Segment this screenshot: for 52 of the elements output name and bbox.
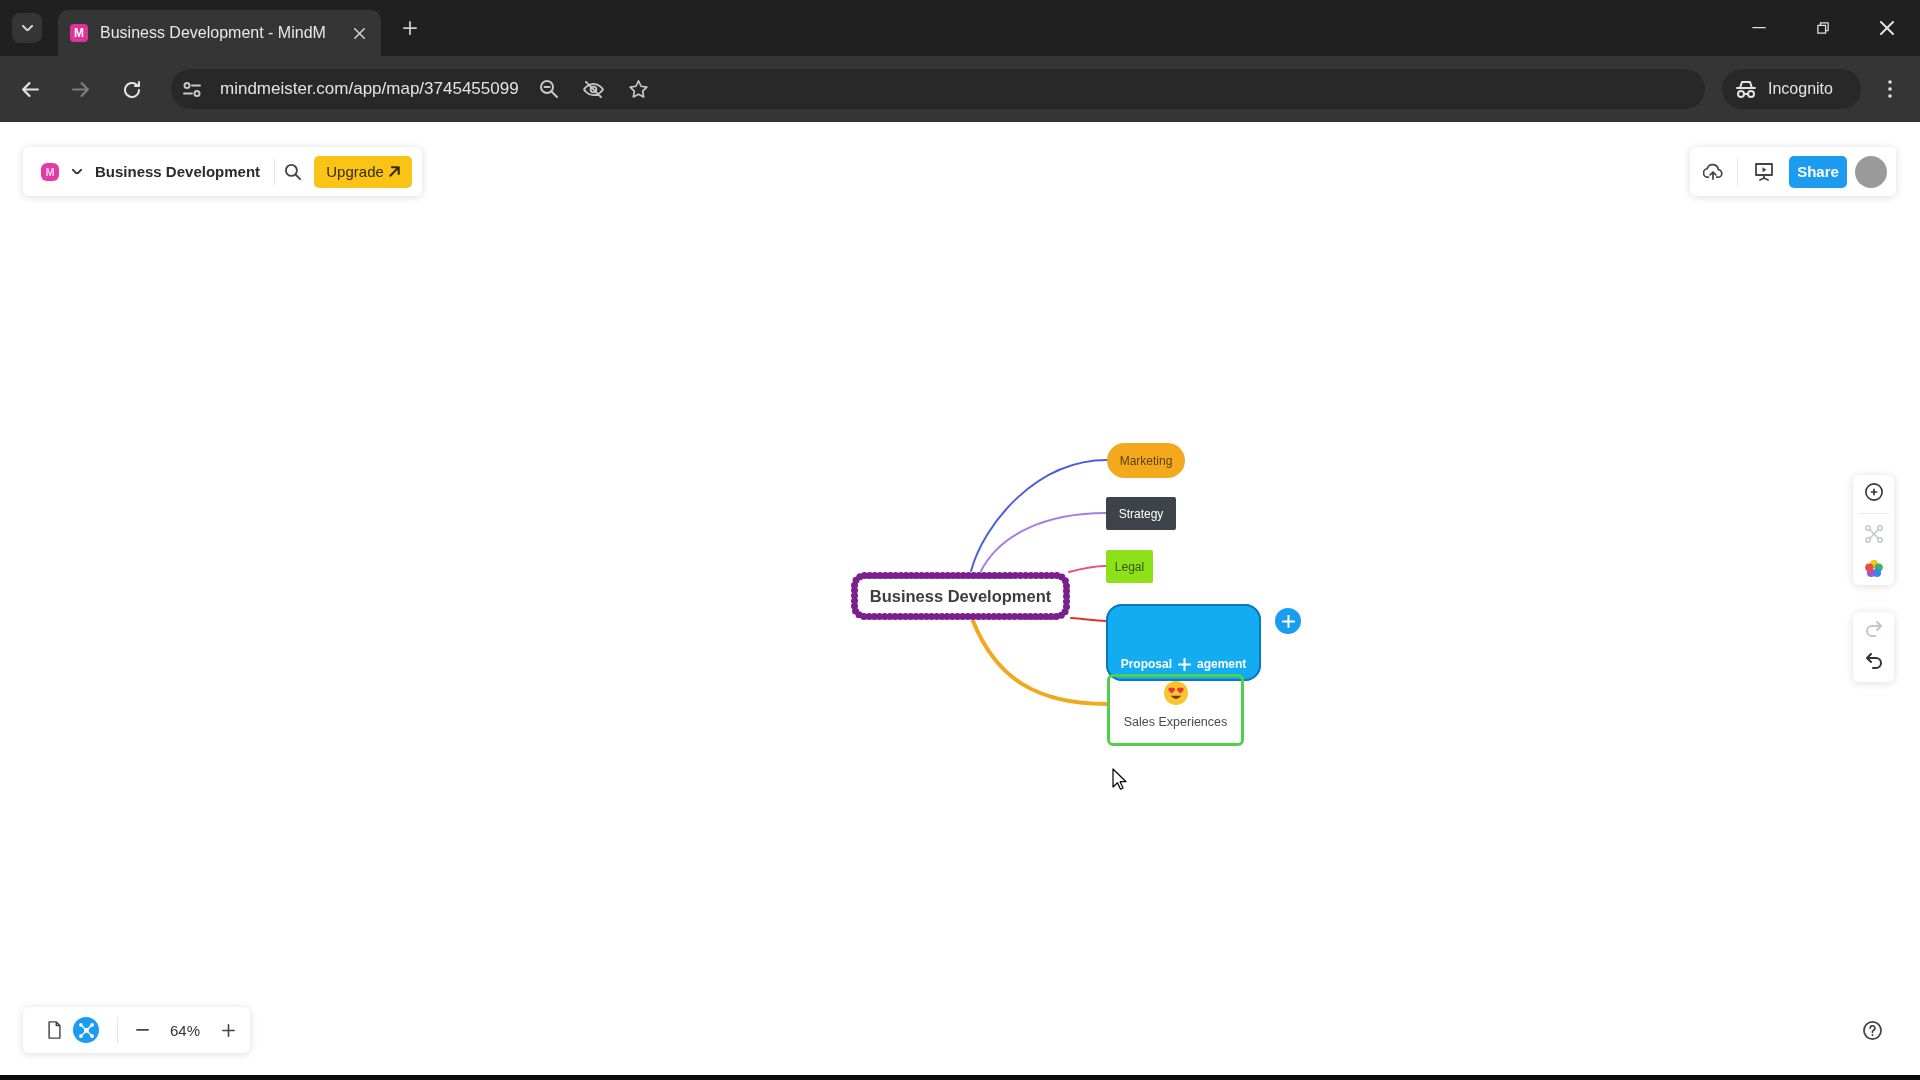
forward-arrow-icon <box>71 81 89 97</box>
mindmap-view-button[interactable] <box>73 1017 99 1043</box>
app-logo: M <box>41 162 59 181</box>
incognito-button[interactable]: Incognito <box>1722 69 1861 109</box>
back-arrow-icon <box>21 81 39 97</box>
document-icon <box>47 1021 61 1039</box>
tab-list-button[interactable] <box>12 13 42 43</box>
browser-tab[interactable]: M Business Development - MindM <box>58 10 381 56</box>
plus-icon <box>221 1023 235 1037</box>
favicon: M <box>70 24 88 42</box>
topic-node[interactable]: Legal <box>1106 550 1153 583</box>
topic-node[interactable]: Marketing <box>1107 443 1185 478</box>
zoom-out-icon <box>539 80 558 98</box>
restore-icon <box>1817 22 1829 34</box>
minimize-icon <box>1752 27 1766 29</box>
mindmap-icon <box>78 1022 94 1038</box>
close-icon <box>353 27 365 39</box>
central-topic[interactable]: Business Development <box>850 571 1071 621</box>
topic-node[interactable]: Strategy <box>1106 497 1176 530</box>
plus-icon <box>1281 614 1295 628</box>
help-button[interactable] <box>1860 1018 1884 1042</box>
plus-icon <box>1178 658 1191 671</box>
nodes-icon <box>1864 525 1883 543</box>
heart-eyes-emoji-icon <box>1163 681 1188 705</box>
eye-slash-icon <box>583 80 605 98</box>
cloud-upload-icon <box>1703 162 1723 181</box>
plus-circle-icon <box>1864 483 1883 501</box>
close-icon <box>1880 21 1894 35</box>
chevron-down-icon <box>21 24 33 32</box>
flower-icon <box>1864 560 1883 578</box>
reload-icon <box>124 80 140 98</box>
help-icon <box>1862 1020 1882 1040</box>
minus-icon <box>135 1029 149 1031</box>
undo-icon <box>1865 653 1882 669</box>
plus-icon <box>403 21 417 35</box>
incognito-icon <box>1736 80 1756 98</box>
kebab-menu-icon <box>1888 80 1892 98</box>
search-icon <box>285 163 302 180</box>
star-icon <box>629 80 649 98</box>
add-subtopic-button[interactable] <box>1275 608 1301 634</box>
topic-node[interactable]: Sales Experiences <box>1107 674 1244 746</box>
cursor-icon <box>1112 768 1127 790</box>
sliders-icon <box>183 81 201 97</box>
map-title[interactable]: Business Development <box>95 163 261 180</box>
arrow-up-right-icon <box>388 166 400 177</box>
redo-icon <box>1865 621 1882 637</box>
presentation-icon <box>1755 162 1773 181</box>
upgrade-button[interactable]: Upgrade <box>314 155 413 188</box>
avatar[interactable] <box>1855 155 1887 188</box>
address-bar[interactable]: mindmeister.com/app/map/3745455099 <box>171 69 1705 109</box>
chevron-down-icon <box>72 168 82 175</box>
zoom-level: 64% <box>169 1021 201 1039</box>
